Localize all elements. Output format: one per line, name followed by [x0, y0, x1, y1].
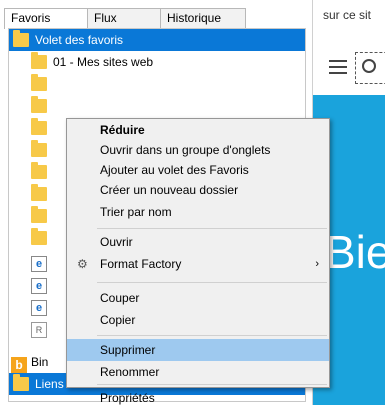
ie-page-icon: e [31, 278, 47, 294]
tree-item[interactable] [31, 227, 53, 249]
tab-flux[interactable]: Flux [87, 8, 161, 28]
folder-icon [31, 118, 47, 135]
tree-item[interactable] [31, 73, 53, 95]
tree-item-label: 01 - Mes sites web [53, 55, 154, 69]
tree-item-bing[interactable]: b Bin [11, 351, 48, 373]
folder-icon [31, 96, 47, 113]
menu-separator [97, 335, 327, 336]
ie-page-icon: e [31, 256, 47, 272]
folder-icon [31, 228, 47, 245]
tree-item[interactable] [31, 117, 53, 139]
tree-item[interactable] [31, 95, 53, 117]
ie-page-icon: e [31, 300, 47, 316]
folder-icon [13, 30, 29, 47]
menu-item-new-folder[interactable]: Créer un nouveau dossier [67, 179, 329, 201]
menu-item-open-tab-group[interactable]: Ouvrir dans un groupe d'onglets [67, 139, 329, 161]
tree-item[interactable] [31, 183, 53, 205]
menu-item-rename[interactable]: Renommer [67, 361, 329, 383]
menu-item-format-factory[interactable]: ⚙ Format Factory › [67, 253, 329, 275]
folder-icon [31, 140, 47, 157]
menu-item-delete[interactable]: Supprimer [67, 339, 329, 361]
folder-icon [31, 74, 47, 91]
tree-item[interactable]: R [31, 315, 53, 338]
tab-favoris[interactable]: Favoris [4, 8, 88, 29]
search-box[interactable] [355, 52, 385, 84]
tree-item-mes-sites-web[interactable]: 01 - Mes sites web [31, 51, 153, 73]
menu-separator [97, 282, 327, 283]
tree-item-label: Liens [35, 377, 64, 391]
menu-item-reduire[interactable]: Réduire [67, 119, 329, 141]
menu-item-add-to-favorites-bar[interactable]: Ajouter au volet des Favoris [67, 159, 329, 181]
tree-item[interactable] [31, 139, 53, 161]
feed-icon: R [31, 322, 47, 338]
hero-text: Bie [325, 226, 385, 278]
menu-item-sort-by-name[interactable]: Trier par nom [67, 201, 329, 223]
folder-icon [13, 374, 29, 391]
menu-separator [97, 228, 327, 229]
bing-icon: b [11, 357, 27, 373]
tree-item-label: Bin [31, 355, 49, 369]
menu-item-properties[interactable]: Propriétés [67, 387, 329, 409]
format-factory-icon: ⚙ [77, 257, 88, 271]
tree-item[interactable]: e [31, 249, 53, 272]
folder-icon [31, 162, 47, 179]
menu-item-cut[interactable]: Couper [67, 287, 329, 309]
tab-historique[interactable]: Historique [160, 8, 246, 28]
tree-item[interactable] [31, 205, 53, 227]
search-icon [362, 59, 376, 73]
folder-icon [31, 184, 47, 201]
favorites-tabs: Favoris Flux Historique [4, 8, 246, 29]
menu-item-open[interactable]: Ouvrir [67, 231, 329, 253]
folder-icon [31, 52, 47, 69]
tree-item-volet-des-favoris[interactable]: Volet des favoris [9, 29, 305, 51]
submenu-arrow-icon: › [315, 258, 319, 270]
menu-item-copy[interactable]: Copier [67, 309, 329, 331]
context-menu: Réduire Ouvrir dans un groupe d'onglets … [66, 118, 330, 405]
hamburger-menu-icon[interactable] [329, 60, 347, 78]
menu-separator [97, 384, 327, 385]
site-header-text: sur ce sit [323, 8, 372, 22]
tree-item[interactable]: e [31, 271, 53, 294]
tree-item-label: Volet des favoris [35, 33, 124, 47]
folder-icon [31, 206, 47, 223]
tree-item[interactable] [31, 161, 53, 183]
tree-item[interactable]: e [31, 293, 53, 316]
